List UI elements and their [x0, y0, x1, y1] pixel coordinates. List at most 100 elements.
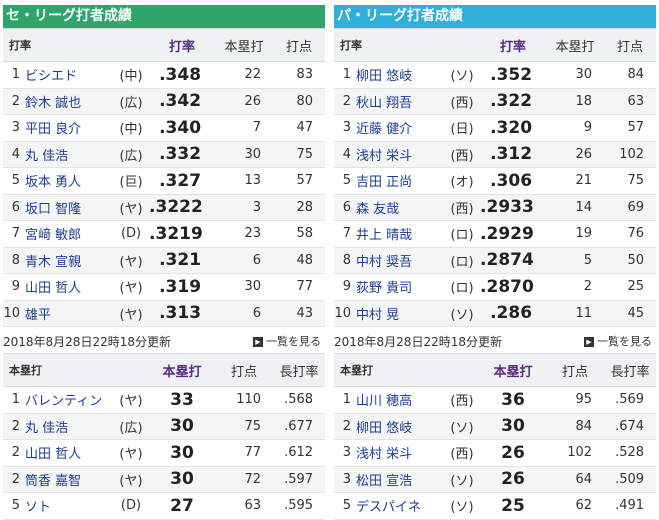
player-link[interactable]: 山川 穂高 [356, 394, 412, 409]
team: (中) [113, 61, 150, 89]
player-link[interactable]: 近藤 健介 [356, 122, 412, 137]
table-row: 2丸 佳浩 (広) 30 75.677 [3, 413, 326, 440]
home-runs: 30 [149, 413, 216, 440]
col-rbi[interactable]: 打点 [273, 28, 326, 62]
player-cell: 筒香 嘉智 [25, 466, 113, 493]
player-link[interactable]: 筒香 嘉智 [25, 474, 81, 489]
player-cell: ビシエド [25, 61, 113, 89]
player-link[interactable]: ソト [25, 500, 51, 515]
rbi: 58 [273, 220, 326, 248]
player-link[interactable]: 坂口 智隆 [25, 202, 81, 217]
col-rbi[interactable]: 打点 [215, 353, 274, 387]
team: (ロ) [444, 247, 481, 274]
player-link[interactable]: 平田 良介 [25, 122, 81, 137]
player-link[interactable]: 雄平 [25, 308, 51, 323]
rank: 2 [3, 413, 25, 440]
player-link[interactable]: 中村 晃 [356, 308, 399, 323]
home-runs: 33 [149, 386, 216, 414]
team: (ソ) [444, 300, 481, 327]
rbi: 75 [273, 141, 326, 168]
col-slg[interactable]: 長打率 [273, 353, 326, 387]
table-row: 1 バレンティン (ヤ) 33 110.568 [3, 386, 326, 414]
team: (ヤ) [113, 247, 150, 274]
col-hr[interactable]: 本塁打 [215, 28, 274, 62]
batting-avg: .2870 [480, 273, 547, 301]
batting-avg: .322 [480, 88, 547, 115]
player-cell: デスパイネ [356, 492, 444, 520]
player-link[interactable]: 吉田 正尚 [356, 175, 412, 190]
table-row: 8 中村 奨吾 (ロ) .2874 5 50 [334, 247, 657, 274]
home-runs: 25 [480, 492, 547, 520]
table-row: 2 柳田 悠岐 (ソ) 30 84.674 [334, 413, 657, 440]
player-link[interactable]: 宮﨑 敏郎 [25, 228, 81, 243]
player-link[interactable]: 荻野 貴司 [356, 281, 412, 296]
player-link[interactable]: 森 友哉 [356, 202, 399, 217]
player-link[interactable]: 丸 佳浩 [25, 421, 68, 436]
col-slg[interactable]: 長打率 [604, 353, 657, 387]
player-link[interactable]: 浅村 栄斗 [356, 447, 412, 462]
team: (日) [444, 114, 481, 142]
player-link[interactable]: ビシエド [25, 69, 77, 84]
home-runs: 30 [149, 439, 216, 467]
col-hr[interactable]: 本塁打 [546, 28, 605, 62]
home-runs: 6 [215, 247, 274, 274]
rank: 2 [3, 88, 25, 115]
col-hr[interactable]: 本塁打 [149, 353, 216, 387]
table-row: 8 青木 宣親 (ヤ) .321 6 48 [3, 247, 326, 274]
player-link[interactable]: 青木 宣親 [25, 255, 81, 270]
home-runs: 11 [546, 300, 605, 327]
team: (巨) [113, 167, 150, 195]
batting-avg: .332 [149, 141, 216, 168]
home-runs: 26 [480, 439, 547, 467]
batting-avg: .313 [149, 300, 216, 327]
col-avg[interactable]: 打率 [149, 28, 216, 62]
home-runs: 6 [215, 300, 274, 327]
player-link[interactable]: 柳田 悠岐 [356, 421, 412, 436]
batting-avg: .352 [480, 61, 547, 89]
player-link[interactable]: 山田 哲人 [25, 447, 81, 462]
player-link[interactable]: 坂本 勇人 [25, 175, 81, 190]
rbi: 63 [604, 88, 657, 115]
pacific-avg-table: 打率 打率 本塁打 打点 1 柳田 悠岐 (ソ) .352 30 84 2 秋山 翔吾 (西).… [334, 28, 657, 327]
col-rbi[interactable]: 打点 [604, 28, 657, 62]
home-runs: 2 [546, 273, 605, 301]
rank: 1 [334, 61, 356, 89]
rbi: 102 [546, 439, 605, 467]
player-link[interactable]: 秋山 翔吾 [356, 96, 412, 111]
batting-avg: .286 [480, 300, 547, 327]
player-link[interactable]: 中村 奨吾 [356, 255, 412, 270]
col-avg[interactable]: 打率 [480, 28, 547, 62]
rbi: 95 [546, 386, 605, 414]
rank: 4 [334, 141, 356, 168]
team: (オ) [444, 167, 481, 195]
player-link[interactable]: 松田 宣浩 [356, 474, 412, 489]
slugging: .568 [273, 386, 326, 414]
pacific-hr-panel: 本塁打 本塁打 打点 長打率 1 山川 穂高 (西) 36 95.569 2 柳田 悠岐 (ソ… [334, 353, 657, 520]
player-cell: 山田 哲人 [25, 273, 113, 301]
update-time: 2018年8月28日22時18分更新 [3, 335, 171, 349]
col-hr[interactable]: 本塁打 [480, 353, 547, 387]
slugging: .509 [604, 466, 657, 493]
batting-avg: .320 [480, 114, 547, 142]
team: (西) [444, 141, 481, 168]
home-runs: 14 [546, 194, 605, 221]
player-link[interactable]: デスパイネ [356, 500, 421, 515]
player-link[interactable]: 山田 哲人 [25, 281, 81, 296]
player-link[interactable]: 柳田 悠岐 [356, 69, 412, 84]
rank: 1 [3, 61, 25, 89]
player-link[interactable]: バレンティン [25, 394, 102, 409]
player-link[interactable]: 丸 佳浩 [25, 149, 68, 164]
team: (ロ) [444, 220, 481, 248]
batting-avg: .327 [149, 167, 216, 195]
team: (広) [113, 413, 150, 440]
col-rbi[interactable]: 打点 [546, 353, 605, 387]
batting-avg: .321 [149, 247, 216, 274]
central-avg-table: 打率 打率 本塁打 打点 1 ビシエド (中) .348 22 83 2 鈴木 誠也 (広) .3… [3, 28, 326, 327]
slugging: .528 [604, 439, 657, 467]
team: (ヤ) [113, 300, 150, 327]
player-link[interactable]: 井上 晴哉 [356, 228, 412, 243]
player-link[interactable]: 浅村 栄斗 [356, 149, 412, 164]
player-link[interactable]: 鈴木 誠也 [25, 96, 81, 111]
home-runs: 23 [215, 220, 274, 248]
home-runs: 30 [480, 413, 547, 440]
